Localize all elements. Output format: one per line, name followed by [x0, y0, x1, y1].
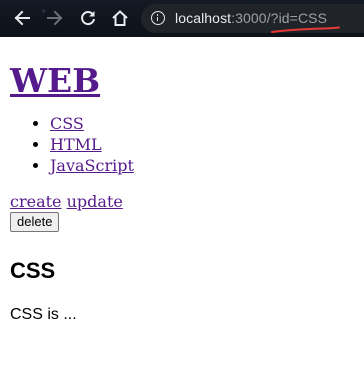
topic-link-html[interactable]: HTML: [50, 135, 102, 154]
site-title-link[interactable]: WEB: [10, 61, 100, 100]
page-content: WEB CSS HTML JavaScript create update de…: [10, 37, 354, 325]
forward-button[interactable]: [43, 6, 67, 30]
topic-list-item: CSS: [50, 113, 354, 134]
back-button[interactable]: [10, 6, 34, 30]
topic-list-item: JavaScript: [50, 155, 354, 176]
home-icon: [112, 10, 128, 26]
reload-icon: [81, 11, 95, 26]
article-title: CSS: [10, 258, 56, 283]
create-link[interactable]: create: [10, 192, 62, 211]
site-info-icon[interactable]: [151, 11, 165, 25]
reload-button[interactable]: [76, 6, 100, 30]
site-title: WEB: [10, 62, 354, 100]
back-arrow-icon: [14, 10, 30, 26]
red-underline-annotation: [271, 26, 340, 33]
url-host: localhost: [175, 10, 232, 26]
forward-arrow-icon: [47, 10, 63, 26]
home-button[interactable]: [108, 6, 132, 30]
topic-list-item: HTML: [50, 134, 354, 155]
update-link[interactable]: update: [67, 192, 123, 211]
topic-link-javascript[interactable]: JavaScript: [50, 156, 134, 175]
topic-link-css[interactable]: CSS: [50, 114, 84, 133]
url-path-query: :3000/?id=CSS: [231, 10, 328, 26]
url-text[interactable]: localhost:3000/?id=CSS: [175, 10, 327, 27]
browser-toolbar: localhost:3000/?id=CSS: [0, 0, 364, 37]
action-links: create update: [10, 192, 354, 212]
delete-button[interactable]: delete: [10, 212, 60, 232]
article-body: CSS is ...: [10, 306, 77, 323]
topic-list: CSS HTML JavaScript: [10, 113, 354, 176]
